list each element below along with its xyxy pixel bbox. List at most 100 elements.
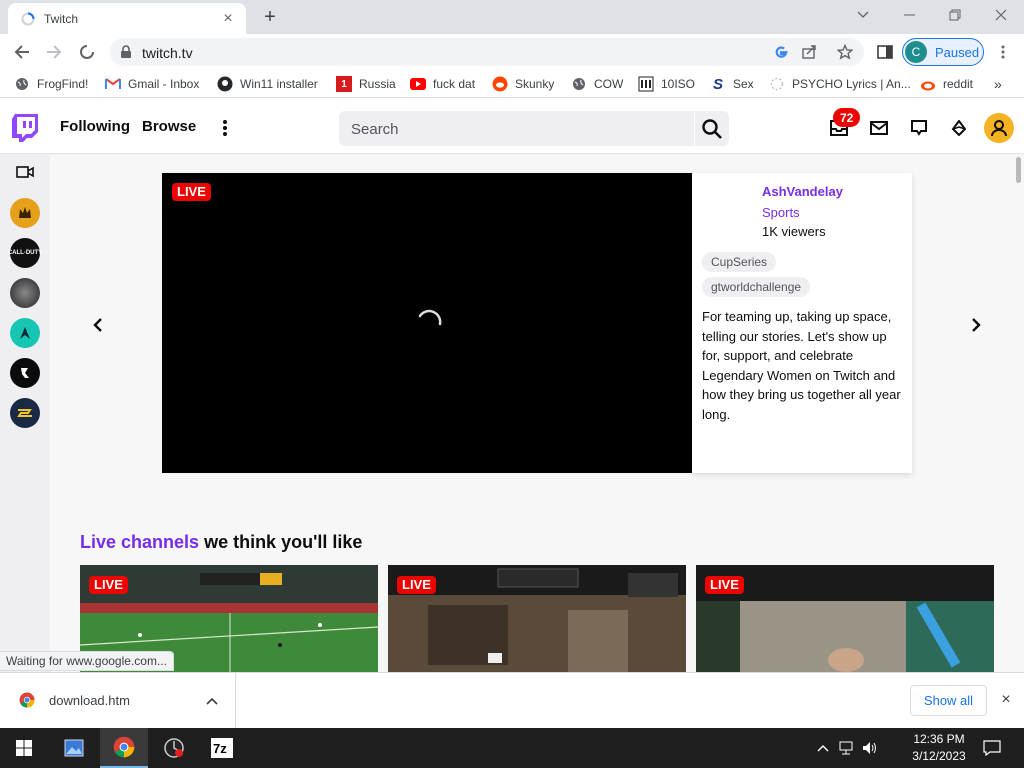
browse-link[interactable]: Browse [142, 118, 196, 135]
following-link[interactable]: Following [60, 118, 130, 135]
bookmark-label: Gmail - Inbox [128, 77, 200, 91]
carousel-prev-icon[interactable] [88, 315, 108, 335]
photos-app-icon[interactable] [50, 728, 98, 768]
minimize-icon[interactable] [895, 4, 923, 26]
bookmark-sex[interactable]: S Sex [710, 74, 754, 94]
google-icon[interactable] [772, 43, 790, 61]
share-icon[interactable] [800, 43, 818, 61]
loading-spinner-icon[interactable] [75, 40, 99, 64]
live-channel-card-2[interactable]: LIVE [388, 565, 686, 672]
chat-bubble-icon[interactable] [908, 117, 930, 139]
bookmark-10iso[interactable]: 10ISO [638, 74, 695, 94]
close-tab-icon[interactable]: × [220, 10, 236, 27]
tag-pill[interactable]: CupSeries [702, 252, 777, 272]
scroll-thumb[interactable] [1016, 157, 1021, 183]
search-icon[interactable] [695, 111, 729, 146]
followed-channels-sidebar: CALL·DUTY [0, 155, 50, 672]
windows-start-icon[interactable] [0, 728, 48, 768]
channel-name-link[interactable]: AshVandelay [762, 184, 843, 199]
channel-avatar-5[interactable] [10, 358, 40, 388]
bookmark-skunky[interactable]: Skunky [492, 74, 554, 94]
action-center-icon[interactable] [982, 740, 1002, 756]
chevron-up-tray-icon[interactable] [815, 740, 831, 756]
7zip-icon[interactable]: 7z [198, 728, 246, 768]
featured-video-player[interactable]: LIVE [162, 173, 692, 473]
taskbar-clock[interactable]: 12:36 PM 3/12/2023 [906, 731, 972, 765]
carousel-next-icon[interactable] [966, 315, 986, 335]
profile-button[interactable]: C Paused [902, 38, 984, 66]
network-icon[interactable] [838, 740, 854, 756]
bookmark-label: 10ISO [661, 77, 696, 91]
download-item[interactable]: download.htm [0, 673, 236, 728]
more-vertical-icon[interactable] [218, 116, 232, 140]
youtube-icon [410, 76, 426, 92]
bookmark-russia[interactable]: 1 Russia [336, 74, 396, 94]
live-badge: LIVE [397, 576, 436, 594]
bookmark-win11[interactable]: Win11 installer [217, 74, 318, 94]
new-tab-button[interactable]: + [258, 6, 282, 28]
user-avatar-icon[interactable] [984, 113, 1014, 143]
video-camera-icon[interactable] [16, 165, 34, 181]
bookmark-reddit[interactable]: reddit [920, 74, 973, 94]
url-text: twitch.tv [142, 45, 193, 61]
loading-spinner-icon [414, 308, 444, 338]
channel-avatar-4[interactable] [10, 318, 40, 348]
channel-avatar-3[interactable] [10, 278, 40, 308]
bookmark-psycho[interactable]: PSYCHO Lyrics | An... [769, 74, 911, 94]
bookmark-frogfind[interactable]: FrogFind! [14, 74, 88, 94]
show-all-button[interactable]: Show all [910, 685, 987, 716]
channel-avatar-6[interactable] [10, 398, 40, 428]
page-scrollbar[interactable] [1014, 155, 1024, 672]
bookmark-label: Skunky [515, 77, 555, 91]
bookmark-star-icon[interactable] [836, 43, 854, 61]
kebab-menu-icon[interactable] [991, 40, 1015, 64]
bookmark-label: FrogFind! [37, 77, 89, 91]
gmail-icon [105, 76, 121, 92]
close-window-icon[interactable] [987, 4, 1015, 26]
live-channel-card-3[interactable]: LIVE [696, 565, 994, 672]
chrome-taskbar-icon[interactable] [100, 728, 148, 768]
bookmark-label: COW [594, 77, 624, 91]
chrome-file-icon [19, 692, 35, 708]
notification-count-badge: 72 [833, 108, 861, 127]
windows-taskbar: 7z 12:36 PM 3/12/2023 [0, 728, 1024, 768]
twitch-search-input[interactable]: Search [339, 111, 694, 146]
news-icon: 1 [336, 76, 352, 92]
recording-app-icon[interactable] [150, 728, 198, 768]
twitch-logo-icon[interactable] [12, 114, 38, 142]
bookmark-label: Win11 installer [240, 77, 318, 91]
lock-icon[interactable] [120, 45, 132, 62]
bookmark-fuckdat[interactable]: fuck dat [410, 74, 475, 94]
bookmark-cow[interactable]: COW [571, 74, 623, 94]
address-bar[interactable]: twitch.tv [110, 38, 864, 66]
category-link[interactable]: Sports [762, 205, 800, 220]
whispers-mail-icon[interactable] [868, 117, 890, 139]
tag-pill[interactable]: gtworldchallenge [702, 277, 811, 297]
chevron-up-icon[interactable] [206, 693, 220, 707]
profile-avatar: C [905, 41, 927, 63]
channel-avatar-callofduty[interactable]: CALL·DUTY [8, 238, 42, 268]
bookmark-label: reddit [943, 77, 974, 91]
side-panel-icon[interactable] [873, 40, 897, 64]
bits-diamond-icon[interactable] [948, 117, 970, 139]
close-shelf-icon[interactable]: × [998, 691, 1014, 708]
bookmark-gmail[interactable]: Gmail - Inbox [105, 74, 199, 94]
download-shelf: download.htm Show all × [0, 672, 1024, 728]
profile-status: Paused [935, 44, 980, 60]
more-bookmarks-icon[interactable]: » [994, 74, 1002, 94]
back-icon[interactable] [10, 40, 34, 64]
live-badge: LIVE [172, 183, 211, 201]
tab-search-icon[interactable] [849, 4, 877, 26]
restore-icon[interactable] [941, 4, 969, 26]
stream-description: For teaming up, taking up space, telling… [702, 309, 901, 422]
channel-avatar-1[interactable] [10, 198, 40, 228]
clock-time: 12:36 PM [913, 732, 965, 746]
live-badge: LIVE [89, 576, 128, 594]
search-placeholder: Search [351, 121, 399, 138]
reddit-icon [492, 76, 508, 92]
browser-toolbar: twitch.tv C Paused [0, 34, 1024, 70]
browser-tab[interactable]: Twitch × [8, 3, 246, 34]
forward-icon[interactable] [42, 40, 66, 64]
section-heading-link[interactable]: Live channels [80, 532, 199, 552]
volume-icon[interactable] [862, 740, 878, 756]
